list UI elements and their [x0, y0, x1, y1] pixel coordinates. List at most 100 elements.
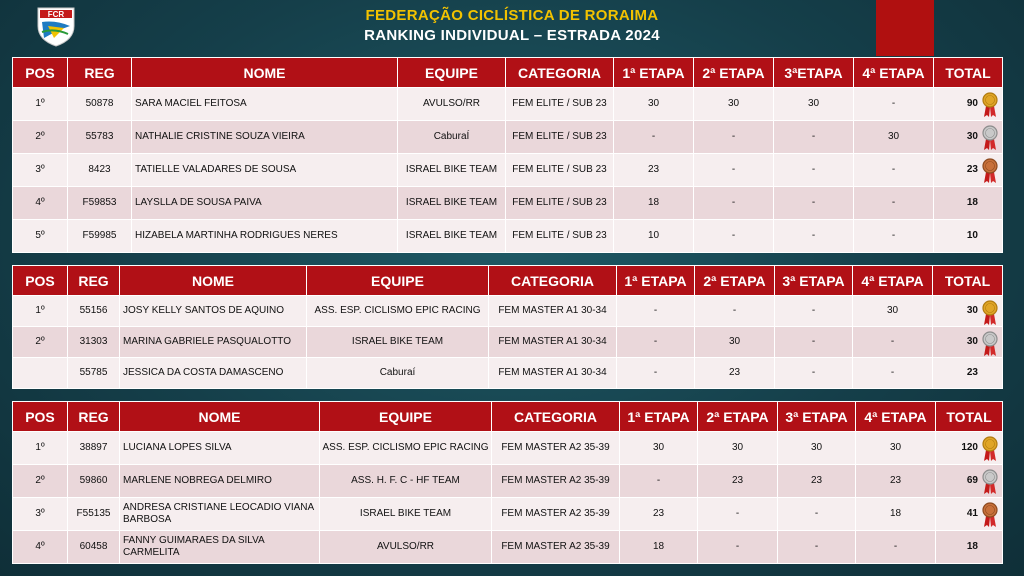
col-header-etapa3: 3ª ETAPA [777, 401, 856, 432]
stage2-cell-text: 23 [728, 367, 741, 378]
col-header-pos: POS [12, 57, 68, 88]
name-cell: MARINA GABRIELE PASQUALOTTO [119, 326, 307, 358]
reg-cell-text: 31303 [79, 336, 108, 347]
stage1-cell-text: - [656, 475, 661, 486]
name-cell-text: MARINA GABRIELE PASQUALOTTO [123, 336, 292, 347]
total-cell: 18 [933, 186, 1003, 220]
pos-cell: 3º [12, 153, 68, 187]
col-header-etapa4: 4ª ETAPA [855, 401, 936, 432]
stage4-cell-text: - [891, 197, 896, 208]
team-cell-text: ISRAEL BIKE TEAM [351, 336, 444, 347]
col-header-reg: REG [67, 57, 132, 88]
pos-cell-text: 3º [35, 508, 45, 519]
stage3-cell-text: - [811, 131, 816, 142]
reg-cell-text: 55156 [79, 305, 108, 316]
table-row: 1º 50878 SARA MACIEL FEITOSA AVULSO/RR FEM E… [12, 87, 1003, 121]
total-cell: 120 [935, 431, 1003, 465]
stage4-cell: 23 [855, 464, 936, 498]
total-cell: 10 [933, 219, 1003, 253]
stage3-cell-text: 23 [810, 475, 823, 486]
stage1-cell: 10 [613, 219, 694, 253]
col-header-equipe: EQUIPE [319, 401, 492, 432]
total-cell: 23 [932, 357, 1003, 389]
reg-cell: 50878 [67, 87, 132, 121]
category-cell-text: FEM MASTER A2 35-39 [501, 541, 610, 552]
category-cell: FEM MASTER A2 35-39 [491, 497, 620, 531]
stage2-cell: - [694, 295, 775, 327]
stage4-cell-text: 30 [887, 131, 900, 142]
bronze-medal-icon [982, 502, 998, 527]
name-cell: FANNY GUIMARAES DA SILVA CARMELITA [119, 530, 320, 564]
total-cell-text: 23 [966, 367, 978, 378]
stage2-cell-text: - [731, 131, 736, 142]
stage1-cell: - [619, 464, 698, 498]
team-cell-text: ISRAEL BIKE TEAM [405, 197, 498, 208]
total-cell: 30 [932, 295, 1003, 327]
stage1-cell-text: 23 [652, 508, 665, 519]
col-header-categoria: CATEGORIA [505, 57, 614, 88]
table-row: 1º 38897 LUCIANA LOPES SILVA ASS. ESP. CICL… [12, 431, 1003, 465]
stage1-cell-text: - [653, 336, 658, 347]
stage1-cell: 18 [613, 186, 694, 220]
category-cell-text: FEM ELITE / SUB 23 [512, 197, 607, 208]
stage1-cell: - [616, 295, 695, 327]
pos-cell: 4º [12, 530, 68, 564]
category-cell-text: FEM ELITE / SUB 23 [512, 230, 607, 241]
pos-cell-text: 1º [35, 305, 45, 316]
table-row: 5º F59985 HIZABELA MARTINHA RODRIGUES NERE… [12, 219, 1003, 253]
category-cell-text: FEM ELITE / SUB 23 [512, 164, 607, 175]
table-row: 55785 JESSICA DA COSTA DAMASCENO Caburaí FE… [12, 357, 1003, 389]
col-header-nome: NOME [119, 401, 320, 432]
stage4-cell: 30 [853, 120, 934, 154]
stage3-cell-text: - [811, 336, 816, 347]
stage2-cell: - [693, 120, 774, 154]
pos-cell: 2º [12, 120, 68, 154]
team-cell-text: ISRAEL BIKE TEAM [359, 508, 452, 519]
category-cell: FEM MASTER A1 30-34 [488, 357, 617, 389]
reg-cell-text: F59985 [82, 230, 117, 241]
stage4-cell-text: - [893, 541, 898, 552]
stage3-cell: 30 [773, 87, 854, 121]
total-cell: 90 [933, 87, 1003, 121]
col-header-equipe: EQUIPE [306, 265, 489, 296]
category-cell-text: FEM MASTER A2 35-39 [501, 442, 610, 453]
stage4-cell: - [852, 326, 933, 358]
stage1-cell: 30 [619, 431, 698, 465]
table-row: 2º 59860 MARLENE NOBREGA DELMIRO ASS. H. F.… [12, 464, 1003, 498]
name-cell: LAYSLLA DE SOUSA PAIVA [131, 186, 398, 220]
stage3-cell: - [774, 295, 853, 327]
name-cell: TATIELLE VALADARES DE SOUSA [131, 153, 398, 187]
table-row: 3º F55135 ANDRESA CRISTIANE LEOCADIO VIANA… [12, 497, 1003, 531]
name-cell: LUCIANA LOPES SILVA [119, 431, 320, 465]
col-header-categoria: CATEGORIA [488, 265, 617, 296]
total-cell-text: 30 [966, 305, 978, 316]
col-header-total: TOTAL [932, 265, 1003, 296]
page-title: FEDERAÇÃO CICLÍSTICA DE RORAIMA [365, 7, 659, 24]
col-header-etapa1: 1ª ETAPA [619, 401, 698, 432]
category-cell: FEM MASTER A2 35-39 [491, 464, 620, 498]
team-cell-text: ASS. H. F. C - HF TEAM [351, 475, 460, 486]
col-header-categoria: CATEGORIA [491, 401, 620, 432]
col-header-nome: NOME [131, 57, 398, 88]
col-header-etapa4: 4ª ETAPA [853, 57, 934, 88]
stage4-cell: - [853, 87, 934, 121]
reg-cell-text: 38897 [79, 442, 108, 453]
team-cell: ISRAEL BIKE TEAM [306, 326, 489, 358]
col-header-pos: POS [12, 401, 68, 432]
stage4-cell-text: - [891, 98, 896, 109]
category-cell-text: FEM MASTER A2 35-39 [501, 475, 610, 486]
stage3-cell: - [774, 326, 853, 358]
stage2-cell-text: 30 [728, 336, 741, 347]
stage3-cell: 23 [777, 464, 856, 498]
table-header-row: POS REG NOME EQUIPE CATEGORIA 1ª ETAPA 2… [12, 265, 1003, 296]
gold-medal-icon [982, 300, 998, 325]
stage2-cell-text: - [731, 164, 736, 175]
name-cell-text: SARA MACIEL FEITOSA [135, 98, 247, 109]
stage4-cell-text: - [890, 336, 895, 347]
reg-cell-text: 59860 [79, 475, 108, 486]
reg-cell: F59985 [67, 219, 132, 253]
reg-cell-text: 60458 [79, 541, 108, 552]
col-header-reg: REG [67, 401, 120, 432]
reg-cell: 8423 [67, 153, 132, 187]
table-row: 3º 8423 TATIELLE VALADARES DE SOUSA ISRAEL … [12, 153, 1003, 187]
